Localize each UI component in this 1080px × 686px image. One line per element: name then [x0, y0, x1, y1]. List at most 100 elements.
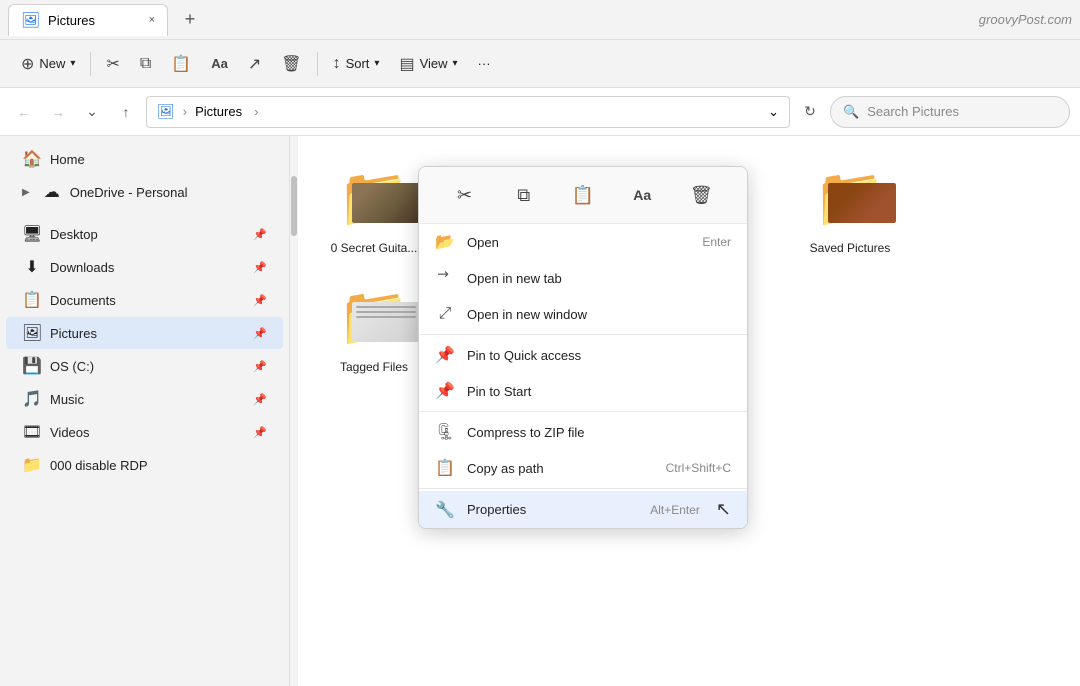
copy-button[interactable]: ⧉: [131, 49, 160, 79]
ctx-paste-button[interactable]: 📋: [563, 177, 603, 213]
tab-label: Pictures: [48, 13, 95, 28]
sidebar-item-videos[interactable]: 🎞 Videos 📌: [6, 416, 283, 448]
documents-pin-icon: 📌: [253, 294, 267, 307]
ctx-open-item[interactable]: 📂 Open Enter: [419, 224, 747, 260]
ctx-copy-button[interactable]: ⧉: [504, 177, 544, 213]
address-dropdown-btn[interactable]: ⌄: [768, 104, 779, 120]
new-chevron: ▾: [70, 58, 75, 69]
active-tab[interactable]: 🖼 Pictures ×: [8, 4, 168, 36]
ctx-separator-3: [419, 488, 747, 489]
onedrive-expand-icon: ▶: [22, 187, 30, 198]
back-button[interactable]: ←: [10, 98, 38, 126]
refresh-button[interactable]: ↻: [796, 98, 824, 126]
ctx-compress-label: Compress to ZIP file: [467, 425, 719, 440]
recent-locations-button[interactable]: ⌄: [78, 98, 106, 126]
tab-folder-icon: 🖼: [21, 11, 40, 29]
videos-pin-icon: 📌: [253, 426, 267, 439]
address-folder-icon: 🖼: [157, 103, 175, 120]
new-label: New: [39, 56, 65, 71]
sidebar-scrollbar[interactable]: [290, 136, 298, 686]
ctx-open-tab-item[interactable]: ↗ Open in new tab: [419, 260, 747, 296]
folder-wrap-4: 📁: [338, 288, 410, 346]
sidebar-home-label: Home: [50, 152, 267, 167]
pictures-pin-icon: 📌: [253, 327, 267, 340]
address-bar-row: ← → ⌄ ↑ 🖼 › Pictures › ⌄ ↻ 🔍 Search Pict…: [0, 88, 1080, 136]
ctx-open-tab-label: Open in new tab: [467, 271, 719, 286]
toolbar-separator-2: [317, 52, 318, 76]
sidebar-item-osc[interactable]: 💾 OS (C:) 📌: [6, 350, 283, 382]
delete-button[interactable]: 🗑: [272, 48, 310, 80]
sidebar-item-onedrive[interactable]: ▶ ☁ OneDrive - Personal: [6, 176, 283, 208]
sidebar-item-home[interactable]: 🏠 Home: [6, 143, 283, 175]
sidebar-000rdp-label: 000 disable RDP: [50, 458, 267, 473]
up-button[interactable]: ↑: [112, 98, 140, 126]
folder-tagged-files[interactable]: 📁 Tagged Files: [314, 271, 434, 382]
ctx-open-window-item[interactable]: ⤢ Open in new window: [419, 296, 747, 332]
ctx-delete-button[interactable]: 🗑: [681, 177, 721, 213]
sidebar-item-documents[interactable]: 📋 Documents 📌: [6, 284, 283, 316]
sidebar-osc-label: OS (C:): [50, 359, 245, 374]
tab-close-button[interactable]: ×: [149, 14, 155, 26]
ctx-cut-button[interactable]: ✂: [445, 177, 485, 213]
cursor-indicator: ↖: [716, 499, 731, 520]
ctx-open-shortcut: Enter: [702, 235, 731, 249]
view-chevron: ▾: [453, 58, 458, 69]
toolbar: ⊕ New ▾ ✂ ⧉ 📋 Aa ↗ 🗑 ↕ Sort ▾ ▤ View ▾ ·…: [0, 40, 1080, 88]
more-button[interactable]: ···: [469, 50, 500, 77]
cut-icon: ✂: [106, 54, 119, 74]
folder-saved-pictures[interactable]: 📁 Saved Pictures: [790, 152, 910, 263]
sidebar-item-music[interactable]: 🎵 Music 📌: [6, 383, 283, 415]
folder-wrap-3: 📁: [814, 169, 886, 227]
sidebar-item-desktop[interactable]: 🖥 Desktop 📌: [6, 218, 283, 250]
rename-button[interactable]: Aa: [202, 50, 237, 77]
ctx-pin-start-icon: 📌: [435, 381, 455, 401]
search-box[interactable]: 🔍 Search Pictures: [830, 96, 1070, 128]
music-pin-icon: 📌: [253, 393, 267, 406]
folder-secret-guitar[interactable]: 📁 0 Secret Guita...: [314, 152, 434, 263]
ctx-properties-shortcut: Alt+Enter: [650, 503, 700, 517]
doc-thumb: [352, 302, 420, 342]
ctx-rename-button[interactable]: Aa: [622, 177, 662, 213]
folder-secret-guitar-thumb: 📁: [324, 160, 424, 235]
title-bar: 🖼 Pictures × + groovyPost.com: [0, 0, 1080, 40]
ctx-compress-icon: 🗜: [435, 422, 455, 442]
ctx-copy-path-item[interactable]: 📋 Copy as path Ctrl+Shift+C: [419, 450, 747, 486]
ctx-pin-start-item[interactable]: 📌 Pin to Start: [419, 373, 747, 409]
scrollbar-thumb[interactable]: [291, 176, 297, 236]
ctx-separator-1: [419, 334, 747, 335]
delete-icon: 🗑: [281, 54, 301, 74]
ctx-pin-quick-item[interactable]: 📌 Pin to Quick access: [419, 337, 747, 373]
ctx-properties-item[interactable]: 🔧 Properties Alt+Enter ↖: [419, 491, 747, 528]
content-area: 📁 0 Secret Guita... 📁: [298, 136, 1080, 686]
folder-thumb-inner-3: [828, 183, 896, 223]
ctx-open-label: Open: [467, 235, 690, 250]
sort-icon: ↕: [333, 55, 341, 73]
ctx-properties-icon: 🔧: [435, 500, 455, 520]
address-box[interactable]: 🖼 › Pictures › ⌄: [146, 96, 790, 128]
sort-button[interactable]: ↕ Sort ▾: [324, 49, 389, 79]
sidebar-spacer: [0, 209, 289, 217]
onedrive-icon: ☁: [42, 182, 62, 202]
ctx-copy-path-shortcut: Ctrl+Shift+C: [666, 461, 731, 475]
sidebar-pictures-label: Pictures: [50, 326, 245, 341]
view-button[interactable]: ▤ View ▾: [390, 48, 466, 80]
new-button[interactable]: ⊕ New ▾: [12, 48, 84, 80]
paste-button[interactable]: 📋: [162, 48, 200, 80]
ctx-open-icon: 📂: [435, 232, 455, 252]
folder-thumb-inner: [352, 183, 420, 223]
new-tab-button[interactable]: +: [176, 6, 204, 34]
sidebar-item-pictures[interactable]: 🖼 Pictures 📌: [6, 317, 283, 349]
cut-button[interactable]: ✂: [97, 48, 128, 80]
osc-icon: 💾: [22, 356, 42, 376]
share-button[interactable]: ↗: [239, 48, 270, 80]
downloads-pin-icon: 📌: [253, 261, 267, 274]
sort-label: Sort: [346, 56, 370, 71]
sidebar-item-000rdp[interactable]: 📁 000 disable RDP: [6, 449, 283, 481]
forward-button[interactable]: →: [44, 98, 72, 126]
ctx-copy-path-label: Copy as path: [467, 461, 654, 476]
sidebar-item-downloads[interactable]: ⬇ Downloads 📌: [6, 251, 283, 283]
pictures-icon: 🖼: [22, 323, 42, 343]
home-icon: 🏠: [22, 149, 42, 169]
ctx-compress-item[interactable]: 🗜 Compress to ZIP file: [419, 414, 747, 450]
folder-tagged-label: Tagged Files: [340, 360, 408, 374]
